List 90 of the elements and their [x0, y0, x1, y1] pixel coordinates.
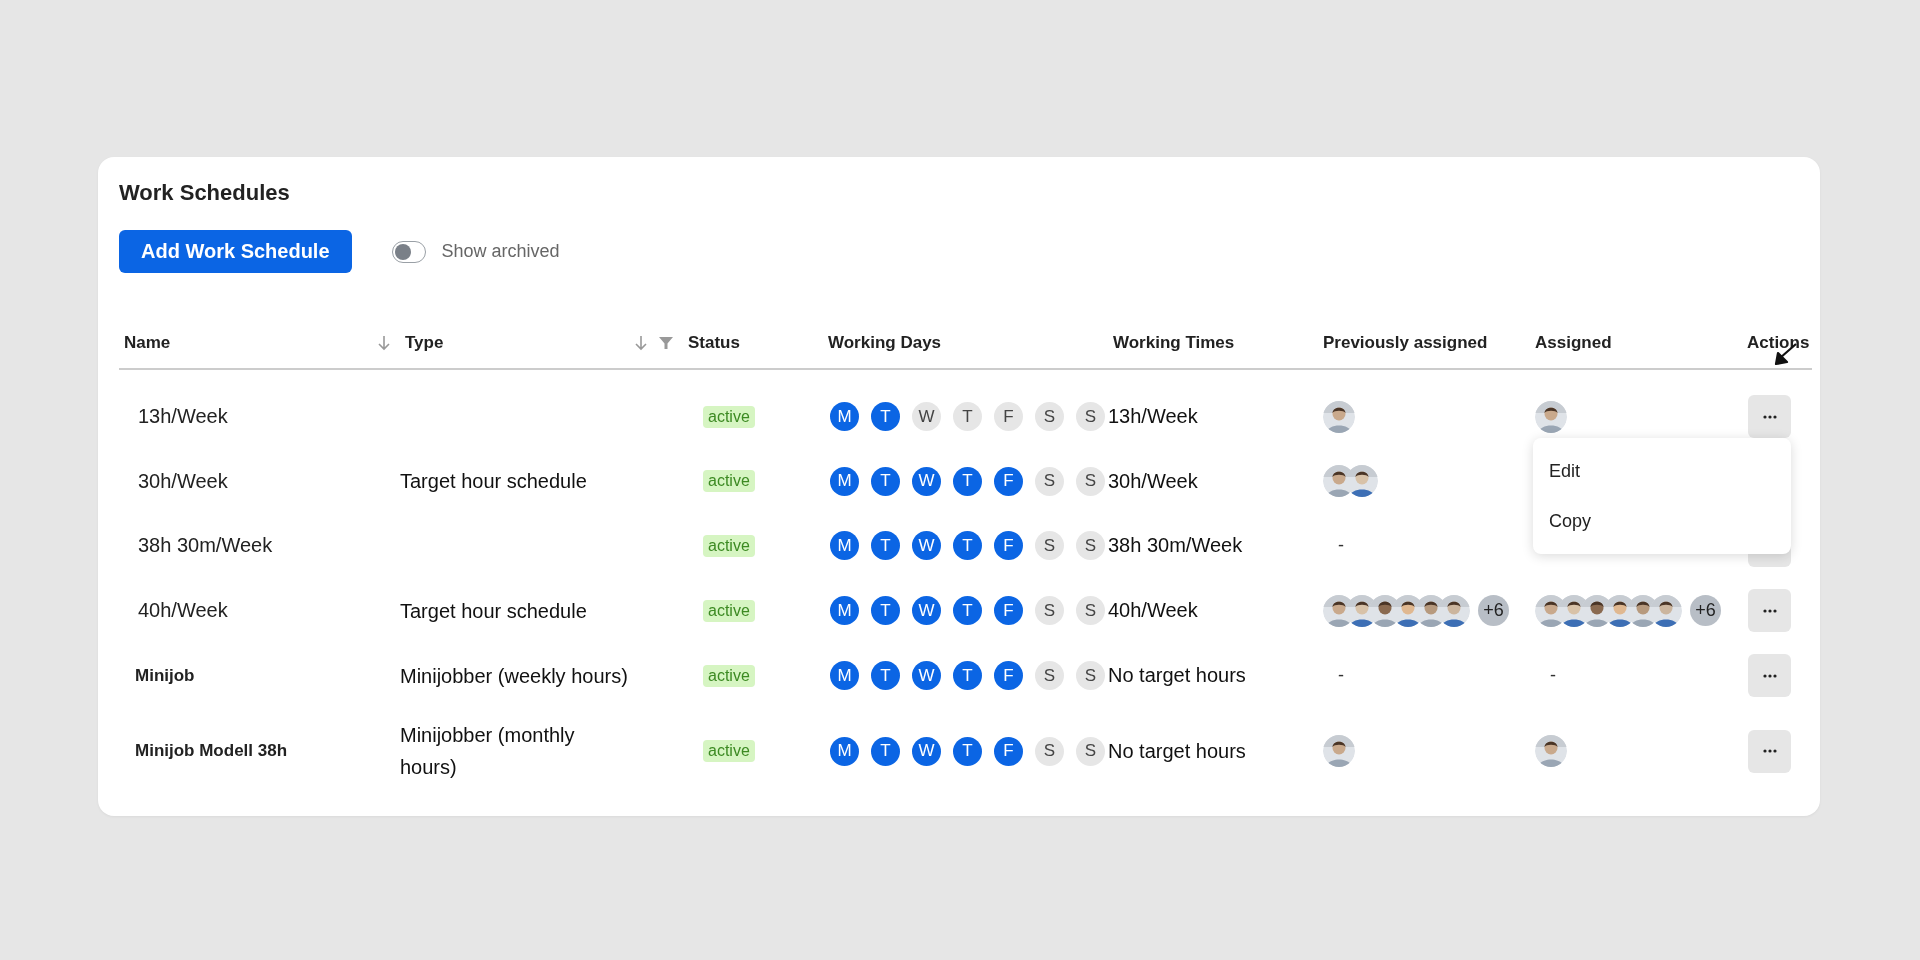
status-badge: active: [703, 470, 755, 492]
column-header: Working Times: [1113, 333, 1235, 353]
day-indicator: S: [1035, 402, 1064, 431]
working-times: 40h/Week: [1108, 599, 1198, 622]
working-times: No target hours: [1108, 664, 1246, 687]
archived-toggle[interactable]: [391, 240, 426, 263]
day-indicator: S: [1035, 596, 1064, 625]
page-title: Work Schedules: [119, 179, 291, 207]
column-header: Actions: [1747, 333, 1810, 353]
working-times: 38h 30m/Week: [1108, 534, 1243, 557]
status-badge: active: [703, 740, 755, 762]
filter-icon[interactable]: [659, 336, 673, 350]
column-header: Previously assigned: [1323, 333, 1488, 353]
menu-item[interactable]: Edit: [1533, 446, 1791, 496]
day-indicator: S: [1076, 661, 1105, 690]
day-indicator: F: [994, 596, 1023, 625]
more-icon: [1762, 673, 1777, 678]
schedule-name: 38h 30m/Week: [137, 534, 273, 557]
day-indicator: S: [1035, 531, 1064, 560]
status-badge: active: [703, 664, 755, 687]
day-indicator: W: [912, 736, 941, 766]
working-times: 13h/Week: [1108, 405, 1198, 428]
schedule-type: Target hour schedule: [400, 469, 587, 494]
menu-item[interactable]: Copy: [1533, 496, 1791, 546]
day-indicator: S: [1076, 596, 1105, 625]
status-badge: active: [703, 405, 755, 428]
schedule-name: 13h/Week: [137, 405, 228, 428]
day-indicator: M: [830, 402, 859, 431]
day-indicator: F: [994, 402, 1023, 431]
day-indicator: T: [953, 596, 982, 625]
column-header[interactable]: Type: [405, 333, 444, 353]
day-indicator: S: [1035, 736, 1064, 766]
day-indicator: F: [994, 736, 1023, 766]
day-indicator: W: [912, 466, 941, 496]
day-indicator: M: [830, 661, 859, 690]
day-indicator: W: [912, 661, 941, 690]
schedule-type: Target hour schedule: [400, 598, 587, 624]
day-indicator: S: [1076, 466, 1105, 496]
day-indicator: T: [953, 736, 982, 766]
column-header: Status: [688, 333, 740, 353]
toggle-label: Show archived: [441, 241, 560, 262]
schedule-name: Minijob Modell 38h: [134, 741, 288, 761]
day-indicator: T: [871, 596, 900, 625]
day-indicator: M: [830, 531, 859, 560]
day-indicator: W: [912, 402, 941, 431]
more-icon: [1762, 608, 1777, 613]
day-indicator: S: [1076, 402, 1105, 431]
day-indicator: S: [1076, 736, 1105, 766]
schedule-name: Minijob: [134, 665, 195, 686]
day-indicator: T: [953, 661, 982, 690]
day-indicator: M: [830, 736, 859, 766]
day-indicator: S: [1035, 661, 1064, 690]
day-indicator: M: [830, 596, 859, 625]
more-icon: [1762, 749, 1777, 753]
more-count-badge[interactable]: +6: [1478, 595, 1509, 626]
day-indicator: M: [830, 466, 859, 496]
day-indicator: T: [871, 466, 900, 496]
day-indicator: F: [994, 531, 1023, 560]
day-indicator: T: [871, 402, 900, 431]
day-indicator: F: [994, 661, 1023, 690]
working-times: 30h/Week: [1108, 469, 1198, 493]
day-indicator: T: [871, 531, 900, 560]
empty-value: -: [1337, 665, 1344, 686]
schedule-type: Minijobber (weekly hours): [400, 663, 628, 689]
day-indicator: T: [953, 466, 982, 496]
column-header[interactable]: Name: [124, 333, 171, 353]
column-header: Assigned: [1535, 333, 1612, 353]
day-indicator: T: [953, 402, 982, 431]
empty-value: -: [1549, 665, 1556, 686]
schedule-type: Minijobber (monthly hours): [400, 723, 576, 780]
more-icon: [1762, 414, 1777, 419]
day-indicator: W: [912, 596, 941, 625]
schedule-name: 40h/Week: [137, 599, 228, 622]
day-indicator: T: [871, 736, 900, 766]
sort-icon[interactable]: [378, 335, 390, 351]
add-button[interactable]: Add Work Schedule: [119, 230, 352, 273]
sort-icon[interactable]: [635, 335, 647, 351]
schedule-name: 30h/Week: [137, 469, 228, 493]
status-badge: active: [703, 599, 755, 622]
status-badge: active: [703, 534, 755, 557]
column-header: Working Days: [828, 333, 942, 353]
more-count-badge[interactable]: +6: [1690, 595, 1721, 626]
day-indicator: F: [994, 466, 1023, 496]
day-indicator: T: [871, 661, 900, 690]
day-indicator: S: [1076, 531, 1105, 560]
day-indicator: S: [1035, 466, 1064, 496]
day-indicator: W: [912, 531, 941, 560]
working-times: No target hours: [1108, 739, 1246, 763]
day-indicator: T: [953, 531, 982, 560]
empty-value: -: [1337, 535, 1344, 556]
